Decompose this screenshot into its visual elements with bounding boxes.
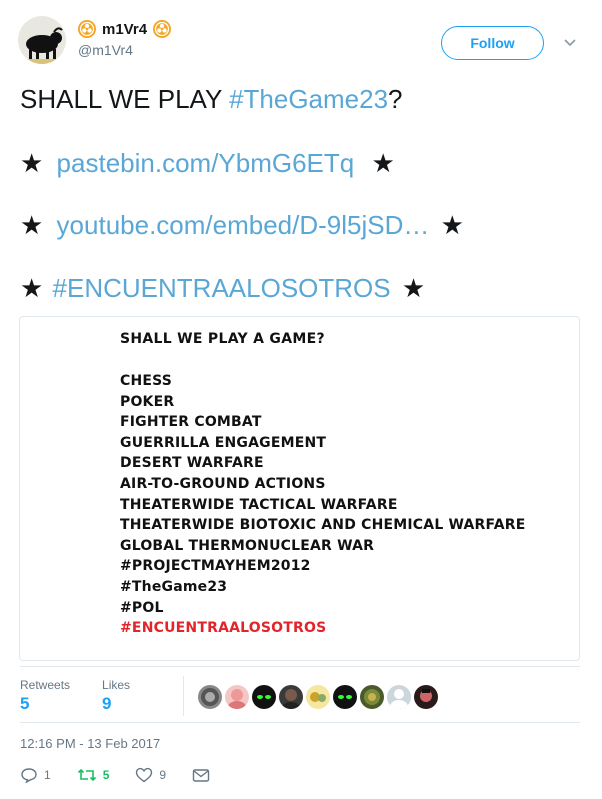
game-list-item: #TheGame23	[120, 578, 228, 595]
game-list-item: CHESS	[120, 373, 173, 389]
hashtag-link[interactable]: #ENCUENTRAALOSOTROS	[53, 273, 391, 303]
biohazard-icon	[78, 20, 96, 38]
likes-stat[interactable]: Likes 9	[102, 678, 130, 714]
retweet-icon	[77, 767, 97, 783]
likes-label: Likes	[102, 678, 131, 692]
game-list-item: FIGHTER COMBAT	[120, 414, 262, 431]
liker-avatars	[198, 685, 438, 709]
user-handle[interactable]: @m1Vr4	[78, 42, 133, 58]
pastebin-link[interactable]: pastebin.com/YbmG6ETq	[57, 148, 355, 178]
game-list-item: THEATERWIDE BIOTOXIC AND CHEMICAL WARFAR…	[120, 517, 526, 534]
star-glyph: ★	[440, 210, 464, 240]
liker-avatar[interactable]	[225, 685, 249, 709]
liker-avatar[interactable]	[306, 685, 330, 709]
direct-message-button[interactable]	[192, 767, 210, 783]
display-name[interactable]: m1Vr4	[102, 21, 147, 38]
retweets-label: Retweets	[20, 678, 71, 692]
star-glyph: ★	[20, 210, 44, 240]
star-glyph: ★	[20, 148, 44, 178]
biohazard-icon	[153, 20, 172, 38]
star-glyph: ★	[371, 148, 395, 178]
game-list-item: GUERRILLA ENGAGEMENT	[120, 434, 327, 451]
retweets-stat[interactable]: Retweets 5	[20, 678, 70, 714]
star-glyph: ★	[20, 273, 44, 303]
heart-icon	[135, 767, 153, 783]
game-list-item: DESERT WARFARE	[120, 455, 264, 472]
game-list-item: AIR-TO-GROUND ACTIONS	[120, 475, 326, 492]
user-avatar[interactable]	[18, 16, 66, 64]
tweet-text: SHALL WE PLAY	[20, 84, 230, 114]
tweet-timestamp[interactable]: 12:16 PM - 13 Feb 2017	[20, 736, 160, 751]
game-list-item: POKER	[120, 393, 175, 410]
game-list-item-highlight: #ENCUENTRAALOSOTROS	[120, 620, 327, 637]
game-list-item: THEATERWIDE TACTICAL WARFARE	[120, 496, 398, 513]
liker-avatar[interactable]	[198, 685, 222, 709]
liker-avatar[interactable]	[252, 685, 276, 709]
envelope-icon	[192, 767, 210, 783]
liker-avatar[interactable]	[414, 685, 438, 709]
game-list-item: GLOBAL THERMONUCLEAR WAR	[120, 537, 375, 554]
game-list-item: #POL	[120, 599, 164, 616]
liker-avatar[interactable]	[279, 685, 303, 709]
tweet-stats: Retweets 5 Likes 9	[20, 678, 162, 714]
tweet-text-line-3: ★ youtube.com/embed/D-9l5jSD… ★	[20, 210, 464, 241]
tweet-actions: 1 5 9	[20, 767, 236, 783]
star-glyph: ★	[401, 273, 426, 303]
user-name-row: m1Vr4	[78, 20, 172, 38]
retweet-count: 5	[102, 768, 110, 782]
tweet-text: ?	[388, 84, 403, 114]
youtube-link[interactable]: youtube.com/embed/D-9l5jSD…	[57, 210, 430, 240]
hashtag-link[interactable]: #TheGame23	[229, 84, 388, 114]
reply-icon	[20, 767, 38, 783]
divider	[183, 676, 184, 716]
tweet-text-line-4: ★ #ENCUENTRAALOSOTROS ★	[20, 273, 425, 304]
game-list: CHESS POKER FIGHTER COMBAT GUERRILLA ENG…	[120, 371, 525, 639]
retweet-button[interactable]: 5	[77, 767, 110, 783]
divider	[20, 722, 580, 723]
follow-button[interactable]: Follow	[441, 26, 544, 60]
like-button[interactable]: 9	[135, 767, 166, 783]
reply-count: 1	[44, 768, 51, 782]
liker-avatar[interactable]	[360, 685, 384, 709]
reply-button[interactable]: 1	[20, 767, 51, 783]
likes-value: 9	[102, 694, 112, 713]
liker-avatar[interactable]	[387, 685, 411, 709]
media-title: SHALL WE PLAY A GAME?	[120, 331, 325, 347]
like-count: 9	[159, 768, 167, 782]
liker-avatar[interactable]	[333, 685, 357, 709]
divider	[20, 666, 580, 667]
retweets-value: 5	[20, 694, 30, 713]
tweet-media-image[interactable]: SHALL WE PLAY A GAME? CHESS POKER FIGHTE…	[19, 316, 580, 661]
tweet-text-line-1: SHALL WE PLAY #TheGame23?	[20, 84, 403, 115]
chevron-down-icon[interactable]	[562, 34, 578, 50]
game-list-item: #PROJECTMAYHEM2012	[120, 558, 311, 575]
tweet-text-line-2: ★ pastebin.com/YbmG6ETq ★	[20, 148, 395, 179]
